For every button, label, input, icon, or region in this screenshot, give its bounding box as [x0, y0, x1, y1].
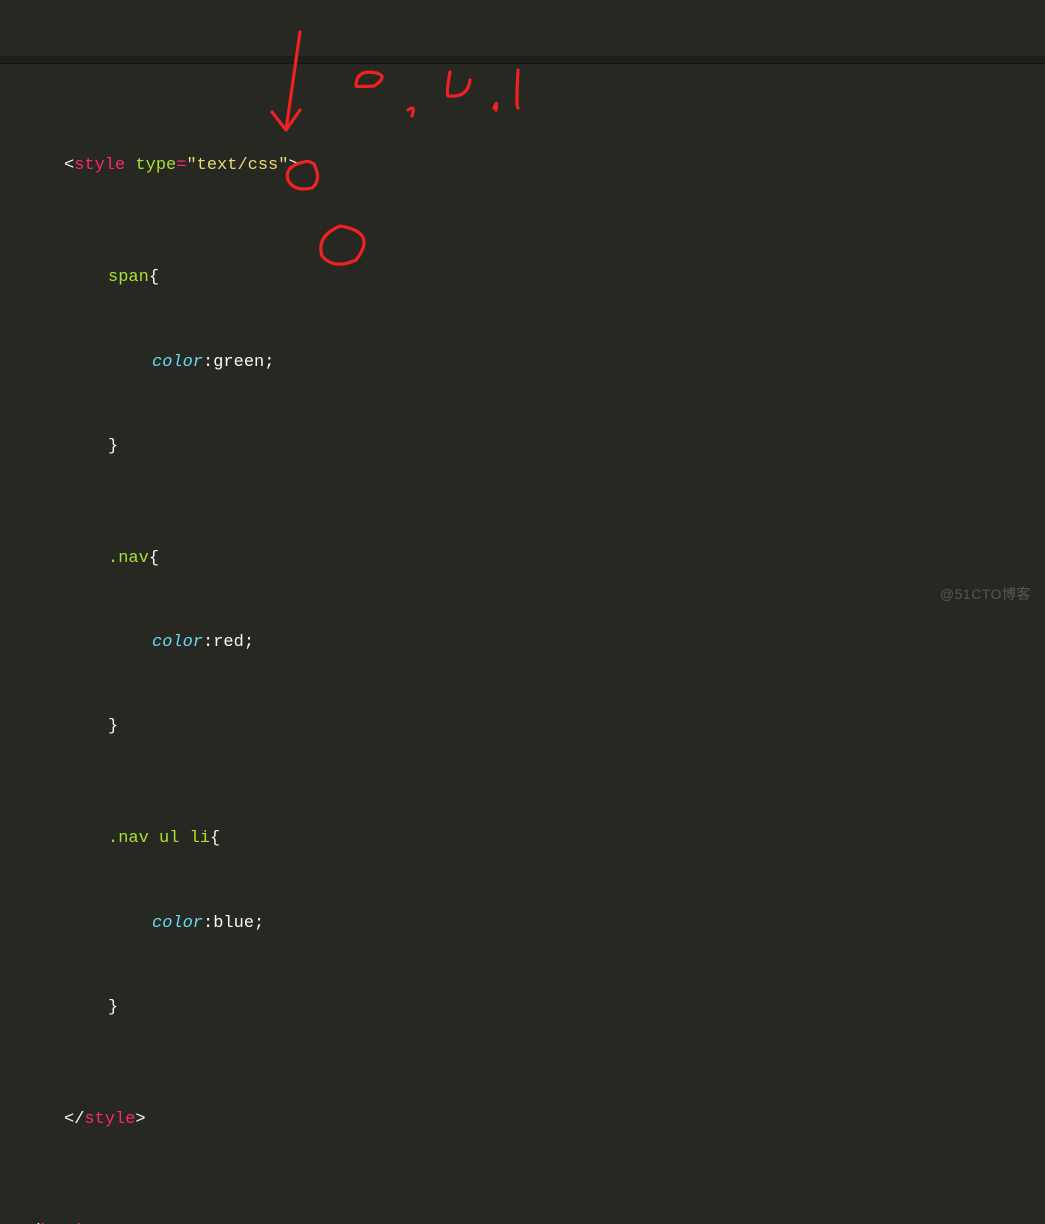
code-line: span{ [20, 264, 1045, 292]
code-line: .nav ul li{ [20, 825, 1045, 853]
code-line: color:green; [20, 349, 1045, 377]
code-editor[interactable]: <style type="text/css"> span{ color:gree… [0, 0, 1045, 1224]
code-line: } [20, 713, 1045, 741]
code-line: color:blue; [20, 910, 1045, 938]
code-line: } [20, 994, 1045, 1022]
code-line: </head> [20, 1218, 1045, 1224]
code-line: .nav{ [20, 545, 1045, 573]
code-line: } [20, 433, 1045, 461]
code-line: </style> [20, 1106, 1045, 1134]
code-line: color:red; [20, 629, 1045, 657]
tab-bar [0, 56, 1045, 64]
code-line: <style type="text/css"> [20, 152, 1045, 180]
watermark: @51CTO博客 [940, 583, 1031, 606]
